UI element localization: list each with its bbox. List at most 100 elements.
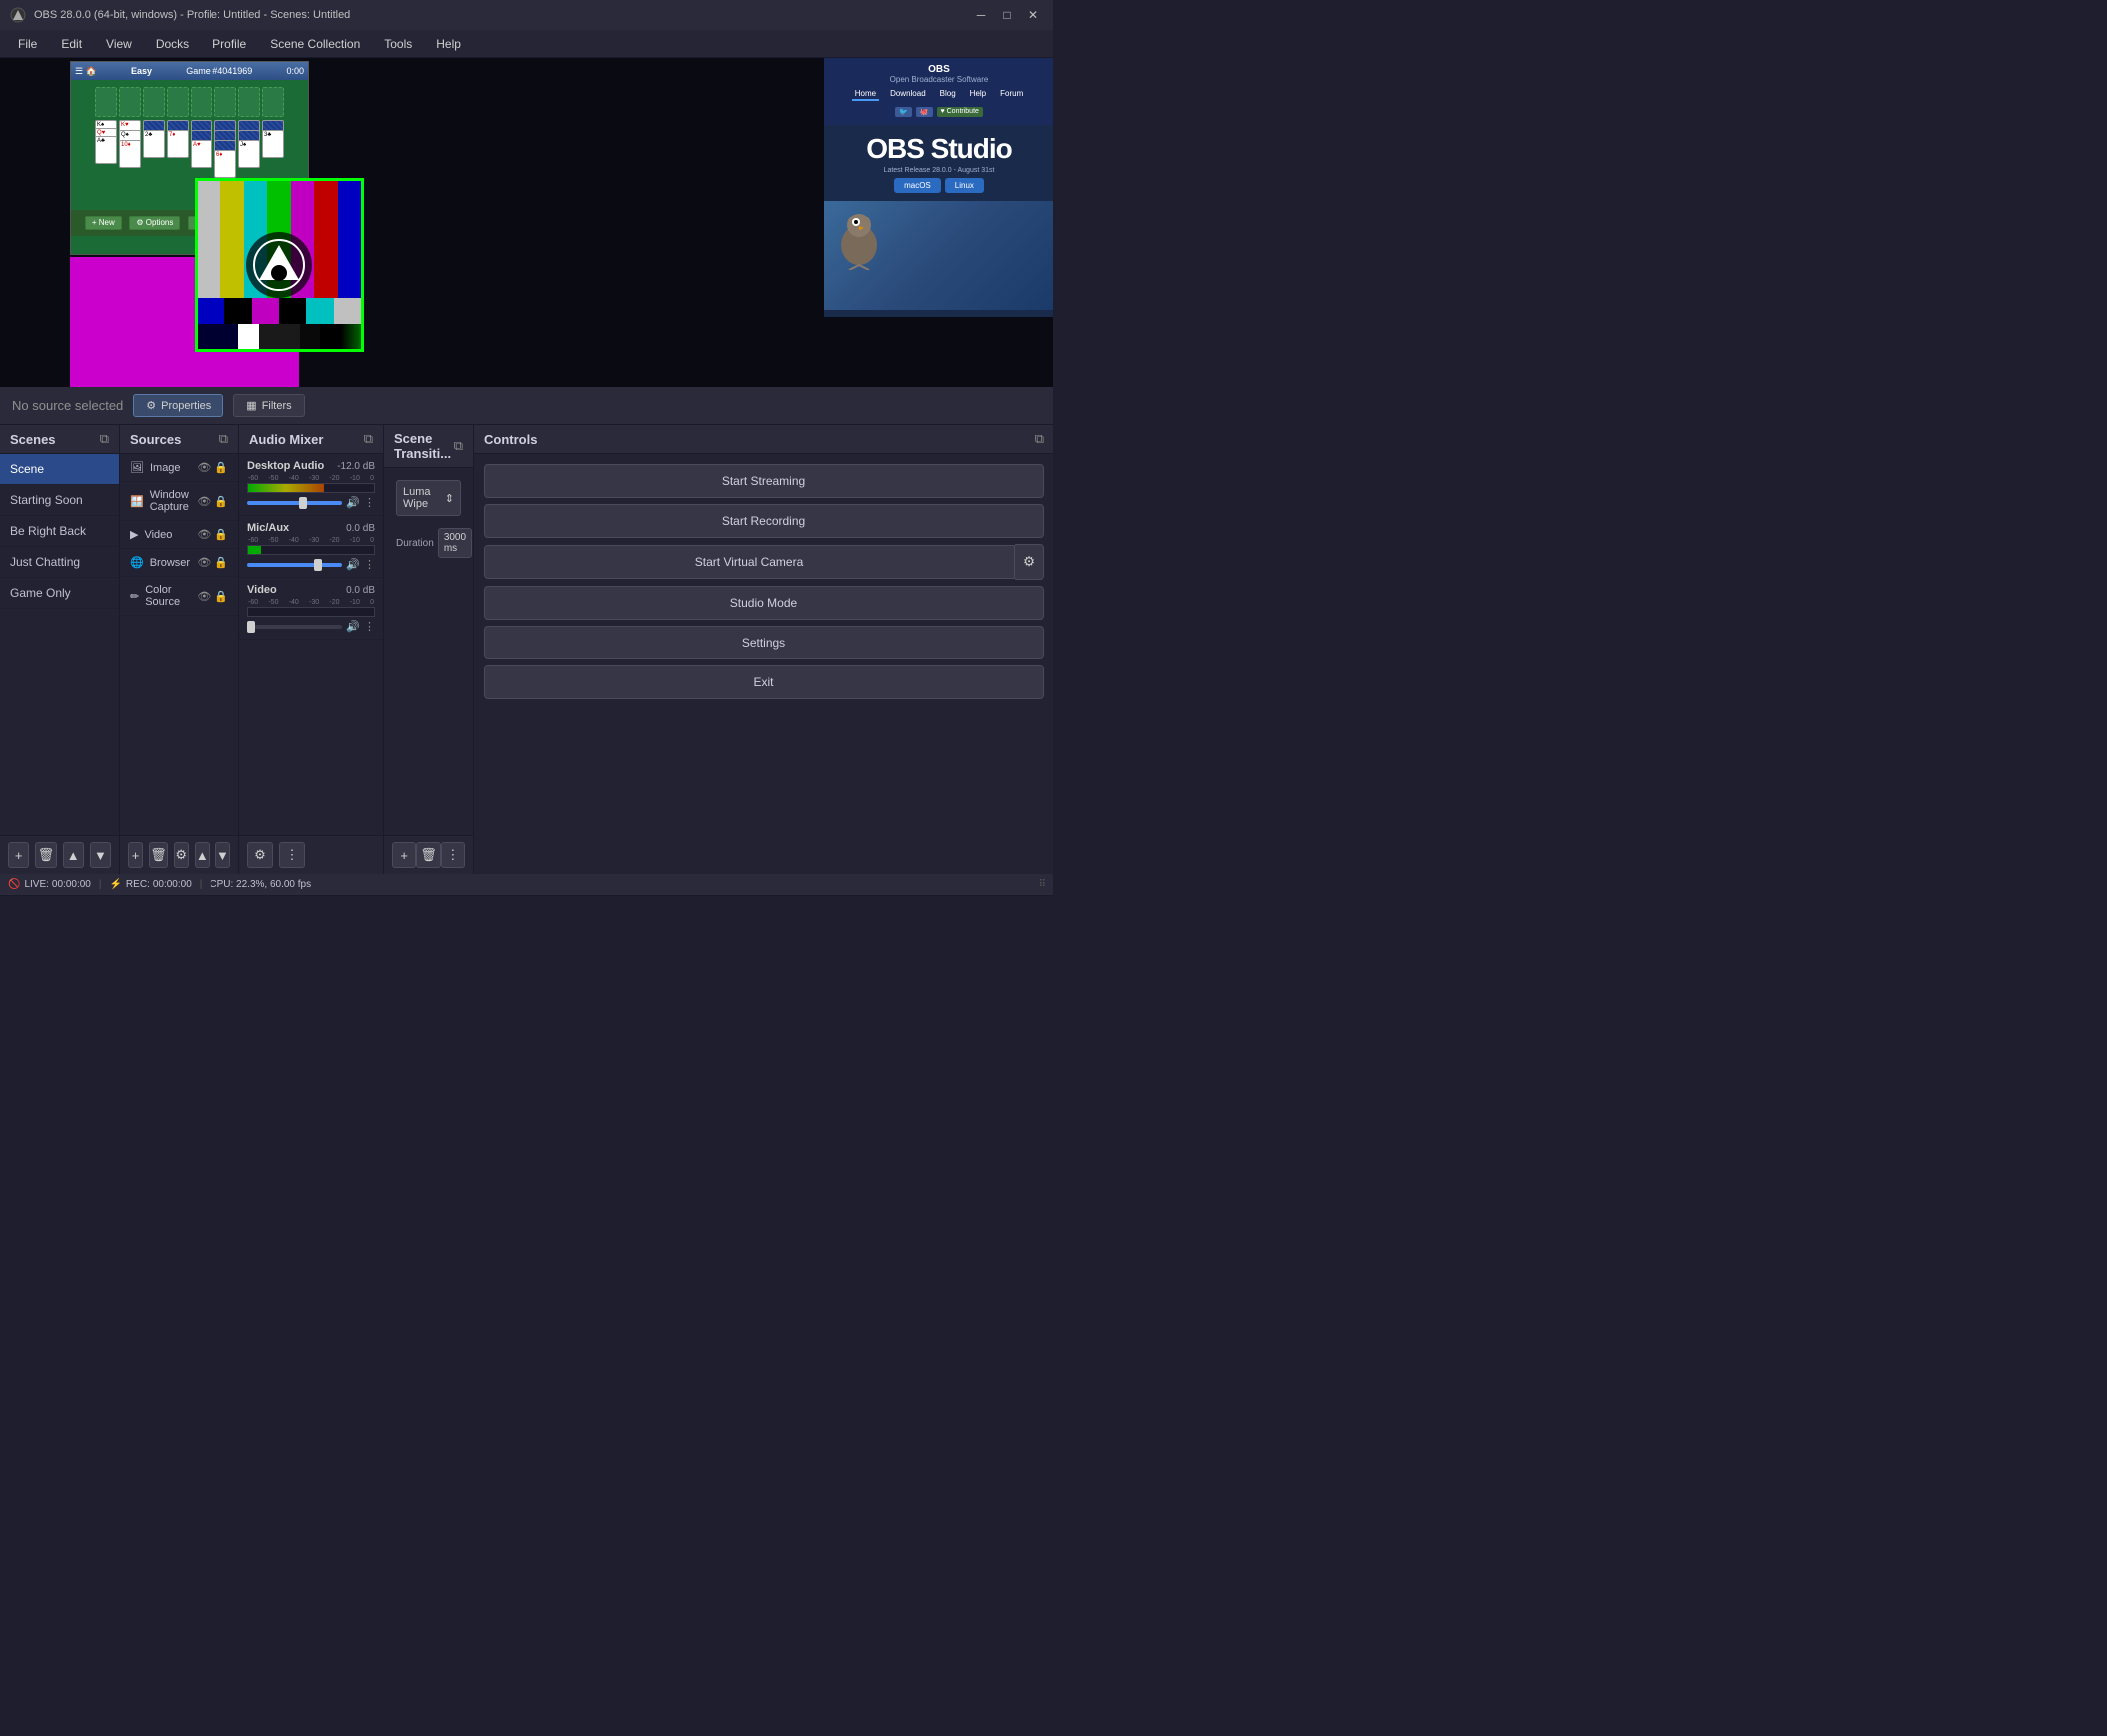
obs-website-image (824, 201, 1054, 310)
mic-aux-channel: Mic/Aux 0.0 dB -60-50-40-30-20-100 (239, 516, 383, 578)
sol-options-btn[interactable]: ⚙ Options (129, 216, 180, 230)
menu-file[interactable]: File (8, 34, 47, 54)
audio-settings-btn[interactable]: ⚙ (247, 842, 273, 868)
mic-aux-mute-btn[interactable]: 🔊 (346, 558, 360, 571)
video-audio-db: 0.0 dB (346, 585, 375, 596)
remove-source-button[interactable]: 🗑 (149, 842, 168, 868)
controls-panel-title: Controls (484, 432, 537, 447)
source-item-video[interactable]: ▶ Video 👁 🔒 (120, 521, 238, 549)
start-streaming-button[interactable]: Start Streaming (484, 464, 1044, 498)
source-visible-icon[interactable]: 👁 (197, 556, 211, 569)
scene-item-scene[interactable]: Scene (0, 454, 119, 485)
mic-aux-menu-btn[interactable]: ⋮ (364, 558, 375, 571)
source-visible-icon[interactable]: 👁 (197, 461, 211, 474)
macos-download-btn[interactable]: macOS (894, 178, 941, 193)
video-mute-btn[interactable]: 🔊 (346, 620, 360, 633)
meter-scale: -60-50-40-30-20-100 (247, 475, 375, 482)
start-virtual-camera-button[interactable]: Start Virtual Camera (484, 545, 1015, 579)
audio-menu-btn[interactable]: ⋮ (279, 842, 305, 868)
controls-content: Start Streaming Start Recording Start Vi… (474, 454, 1054, 874)
contribute-btn: ♥ Contribute (937, 107, 983, 117)
source-lock-icon[interactable]: 🔒 (214, 556, 228, 569)
remove-transition-btn[interactable]: 🗑 (416, 842, 440, 868)
sources-panel-title: Sources (130, 432, 181, 447)
video-audio-fader[interactable] (247, 625, 342, 629)
maximize-button[interactable]: □ (996, 4, 1018, 26)
studio-mode-button[interactable]: Studio Mode (484, 586, 1044, 620)
move-source-up-button[interactable]: ▲ (195, 842, 210, 868)
browser-source-icon: 🌐 (130, 556, 144, 569)
obs-web-home: Home (852, 88, 879, 101)
menu-edit[interactable]: Edit (51, 34, 92, 54)
source-visible-icon[interactable]: 👁 (197, 495, 211, 508)
window-capture-icon: 🪟 (130, 495, 144, 508)
scenes-list: Scene Starting Soon Be Right Back Just C… (0, 454, 119, 835)
scene-item-starting-soon[interactable]: Starting Soon (0, 485, 119, 516)
audio-mixer-panel: Audio Mixer ⧉ Desktop Audio -12.0 dB -60… (239, 425, 384, 874)
menu-view[interactable]: View (96, 34, 142, 54)
properties-button[interactable]: ⚙ Properties (133, 394, 223, 417)
settings-button[interactable]: Settings (484, 626, 1044, 659)
scene-item-game-only[interactable]: Game Only (0, 578, 119, 609)
exit-button[interactable]: Exit (484, 665, 1044, 699)
controls-popout-btn[interactable]: ⧉ (1035, 431, 1044, 447)
source-item-window-capture[interactable]: 🪟 Window Capture 👁 🔒 (120, 482, 238, 521)
source-lock-icon[interactable]: 🔒 (214, 495, 228, 508)
transition-type-select[interactable]: Luma Wipe ⇕ (396, 480, 461, 516)
video-source-icon: ▶ (130, 528, 138, 541)
audio-popout-btn[interactable]: ⧉ (364, 431, 373, 447)
window-title: OBS 28.0.0 (64-bit, windows) - Profile: … (34, 9, 350, 21)
mic-aux-fader-row: 🔊 ⋮ (247, 558, 375, 571)
controls-panel: Controls ⧉ Start Streaming Start Recordi… (474, 425, 1054, 874)
source-lock-icon[interactable]: 🔒 (214, 528, 228, 541)
sol-new-btn[interactable]: + New (85, 216, 122, 230)
close-button[interactable]: ✕ (1022, 4, 1044, 26)
virtual-camera-settings-button[interactable]: ⚙ (1015, 544, 1044, 580)
resize-handle[interactable]: ⠿ (1039, 879, 1046, 890)
add-scene-button[interactable]: + (8, 842, 29, 868)
source-visible-icon[interactable]: 👁 (197, 590, 211, 603)
mic-aux-fader[interactable] (247, 563, 342, 567)
start-recording-button[interactable]: Start Recording (484, 504, 1044, 538)
source-settings-button[interactable]: ⚙ (174, 842, 189, 868)
menu-scene-collection[interactable]: Scene Collection (260, 34, 370, 54)
filters-button[interactable]: ▦ Filters (233, 394, 304, 417)
add-source-button[interactable]: + (128, 842, 143, 868)
menu-help[interactable]: Help (426, 34, 471, 54)
mic-aux-fader-handle[interactable] (314, 559, 322, 571)
main-panels: Scenes ⧉ Scene Starting Soon Be Right Ba… (0, 425, 1054, 874)
desktop-audio-menu-btn[interactable]: ⋮ (364, 496, 375, 509)
desktop-audio-mute-btn[interactable]: 🔊 (346, 496, 360, 509)
move-scene-down-button[interactable]: ▼ (90, 842, 111, 868)
add-transition-btn[interactable]: + (392, 842, 416, 868)
video-fader-handle[interactable] (247, 621, 255, 633)
source-item-browser[interactable]: 🌐 Browser 👁 🔒 (120, 549, 238, 577)
source-lock-icon[interactable]: 🔒 (214, 461, 228, 474)
sources-popout-btn[interactable]: ⧉ (219, 431, 228, 447)
scenes-popout-btn[interactable]: ⧉ (100, 431, 109, 447)
menu-profile[interactable]: Profile (203, 34, 256, 54)
scenes-panel: Scenes ⧉ Scene Starting Soon Be Right Ba… (0, 425, 120, 874)
source-lock-icon[interactable]: 🔒 (214, 590, 228, 603)
remove-scene-button[interactable]: 🗑 (35, 842, 56, 868)
desktop-audio-fader[interactable] (247, 501, 342, 505)
transitions-popout-btn[interactable]: ⧉ (454, 438, 463, 454)
desktop-audio-fader-handle[interactable] (299, 497, 307, 509)
menu-tools[interactable]: Tools (374, 34, 422, 54)
minimize-button[interactable]: ─ (970, 4, 992, 26)
menu-docks[interactable]: Docks (146, 34, 199, 54)
transition-settings-btn[interactable]: ⋮ (441, 842, 465, 868)
source-item-color-source[interactable]: ✏ Color Source 👁 🔒 (120, 577, 238, 616)
source-visible-icon[interactable]: 👁 (197, 528, 211, 541)
move-source-down-button[interactable]: ▼ (215, 842, 230, 868)
color-source-icon: ✏ (130, 590, 139, 603)
source-item-image[interactable]: 🖼 Image 👁 🔒 (120, 454, 238, 482)
video-menu-btn[interactable]: ⋮ (364, 620, 375, 633)
linux-download-btn[interactable]: Linux (945, 178, 984, 193)
move-scene-up-button[interactable]: ▲ (63, 842, 84, 868)
duration-input[interactable]: 3000 ms (438, 528, 472, 558)
scene-item-just-chatting[interactable]: Just Chatting (0, 547, 119, 578)
video-audio-label: Video (247, 584, 277, 596)
preview-area: ☰ 🏠 Easy Game #4041969 0:00 K♠ Q (0, 58, 1054, 387)
scene-item-be-right-back[interactable]: Be Right Back (0, 516, 119, 547)
